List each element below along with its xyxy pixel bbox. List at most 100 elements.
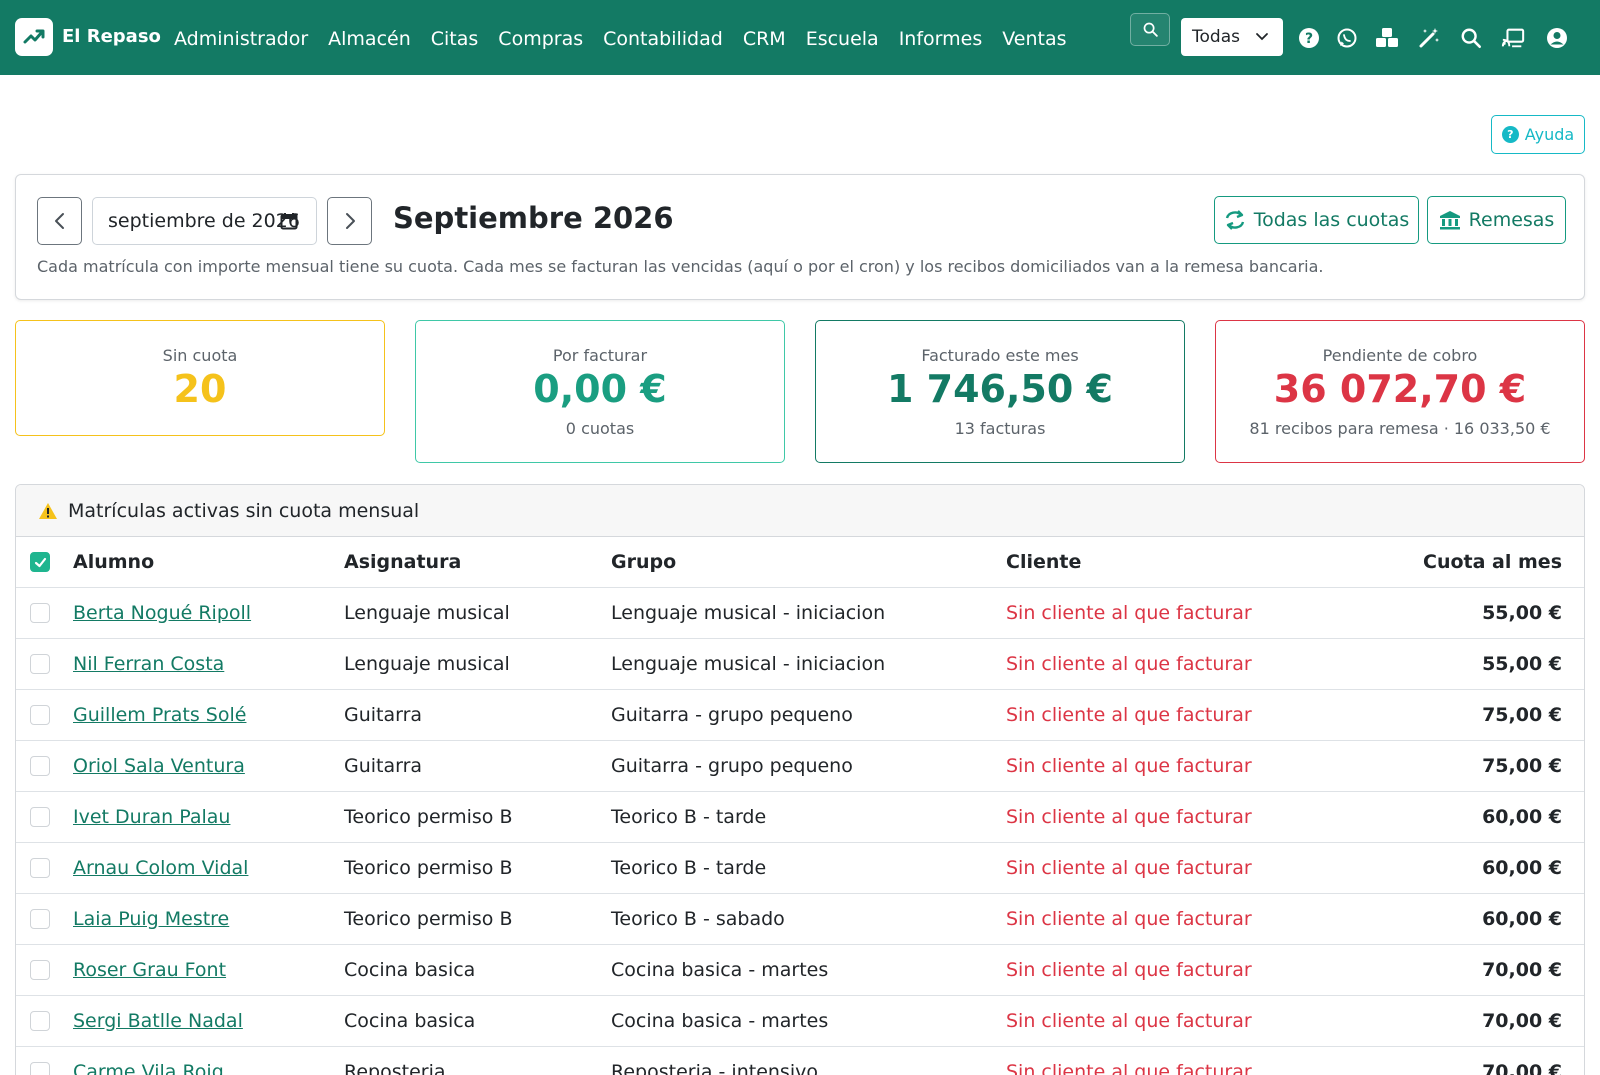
- table-row: Berta Nogué Ripoll Lenguaje musical Lengua…: [16, 588, 1584, 639]
- stat-subtext: 0 cuotas: [565, 418, 635, 438]
- group-cell: Guitarra - grupo pequeno: [611, 704, 853, 726]
- column-header-monthly-fee[interactable]: Cuota al mes: [1423, 551, 1562, 573]
- cast-icon[interactable]: [1501, 26, 1525, 50]
- monthly-fee-cell: 60,00 €: [1482, 806, 1562, 828]
- student-link[interactable]: Laia Puig Mestre: [73, 908, 229, 930]
- nav-item-crm[interactable]: CRM: [743, 28, 786, 50]
- nav-item-contabilidad[interactable]: Contabilidad: [603, 28, 723, 50]
- row-checkbox[interactable]: [30, 858, 50, 878]
- nav-item-escuela[interactable]: Escuela: [806, 28, 879, 50]
- subject-cell: Lenguaje musical: [344, 653, 510, 675]
- select-all-checkbox[interactable]: [30, 552, 50, 572]
- group-cell: Lenguaje musical - iniciacion: [611, 602, 886, 624]
- subject-cell: Cocina basica: [344, 1010, 476, 1032]
- subject-cell: Lenguaje musical: [344, 602, 510, 624]
- whatsapp-icon[interactable]: [1335, 26, 1359, 50]
- client-cell: Sin cliente al que facturar: [1006, 857, 1252, 879]
- client-cell: Sin cliente al que facturar: [1006, 602, 1252, 624]
- row-checkbox[interactable]: [30, 756, 50, 776]
- nav-item-almacen[interactable]: Almacén: [328, 28, 411, 50]
- row-checkbox[interactable]: [30, 960, 50, 980]
- warning-icon: [39, 502, 57, 519]
- stat-subtext: 81 recibos para remesa · 16 033,50 €: [1249, 418, 1551, 438]
- monthly-fee-cell: 60,00 €: [1482, 908, 1562, 930]
- student-link[interactable]: Berta Nogué Ripoll: [73, 602, 251, 624]
- student-link[interactable]: Guillem Prats Solé: [73, 704, 246, 726]
- table-row: Roser Grau Font Cocina basica Cocina basic…: [16, 945, 1584, 996]
- nav-item-informes[interactable]: Informes: [899, 28, 983, 50]
- row-checkbox[interactable]: [30, 909, 50, 929]
- group-cell: Guitarra - grupo pequeno: [611, 755, 853, 777]
- brand-name[interactable]: El Repaso: [62, 26, 161, 47]
- month-selector-card: septiembre de 2026 Septiembre 2026 Todas…: [15, 174, 1585, 300]
- group-cell: Teorico B - tarde: [611, 806, 767, 828]
- month-date-input[interactable]: septiembre de 2026: [92, 197, 317, 245]
- student-link[interactable]: Carme Vila Roig: [73, 1061, 224, 1075]
- stat-label: Sin cuota: [162, 346, 238, 365]
- student-link[interactable]: Arnau Colom Vidal: [73, 857, 248, 879]
- nav-item-administrador[interactable]: Administrador: [174, 28, 308, 50]
- company-select[interactable]: Todas: [1181, 18, 1283, 56]
- table-row: Ivet Duran Palau Teorico permiso B Teorico…: [16, 792, 1584, 843]
- month-description: Cada matrícula con importe mensual tiene…: [37, 257, 1324, 276]
- next-month-button[interactable]: [327, 197, 372, 245]
- monthly-fee-cell: 70,00 €: [1482, 1010, 1562, 1032]
- column-header-student[interactable]: Alumno: [73, 551, 154, 573]
- row-checkbox[interactable]: [30, 1011, 50, 1031]
- nav-item-compras[interactable]: Compras: [498, 28, 583, 50]
- user-icon[interactable]: [1545, 26, 1569, 50]
- group-cell: Teorico B - tarde: [611, 857, 767, 879]
- monthly-fee-cell: 55,00 €: [1482, 602, 1562, 624]
- row-checkbox[interactable]: [30, 705, 50, 725]
- brand-logo[interactable]: [15, 18, 53, 56]
- client-cell: Sin cliente al que facturar: [1006, 959, 1252, 981]
- student-link[interactable]: Sergi Batlle Nadal: [73, 1010, 243, 1032]
- check-icon: [34, 557, 46, 567]
- client-cell: Sin cliente al que facturar: [1006, 908, 1252, 930]
- row-checkbox[interactable]: [30, 603, 50, 623]
- table-row: Guillem Prats Solé Guitarra Guitarra - gru…: [16, 690, 1584, 741]
- student-link[interactable]: Ivet Duran Palau: [73, 806, 230, 828]
- main-menu: Administrador Almacén Citas Compras Cont…: [174, 28, 1087, 50]
- stat-value: 36 072,70 €: [1273, 367, 1527, 411]
- chevron-down-icon: [1256, 33, 1268, 41]
- all-fees-button[interactable]: Todas las cuotas: [1214, 196, 1419, 244]
- trend-up-icon: [23, 29, 45, 44]
- student-link[interactable]: Nil Ferran Costa: [73, 653, 224, 675]
- calendar-icon[interactable]: [280, 212, 298, 230]
- client-cell: Sin cliente al que facturar: [1006, 1010, 1252, 1032]
- stat-value: 20: [173, 367, 227, 411]
- column-header-subject[interactable]: Asignatura: [344, 551, 461, 573]
- table-row: Sergi Batlle Nadal Cocina basica Cocina ba…: [16, 996, 1584, 1047]
- client-cell: Sin cliente al que facturar: [1006, 704, 1252, 726]
- table-row: Nil Ferran Costa Lenguaje musical Lenguaje…: [16, 639, 1584, 690]
- row-checkbox[interactable]: [30, 654, 50, 674]
- help-icon[interactable]: ?: [1297, 26, 1321, 50]
- month-date-value: septiembre de 2026: [108, 210, 300, 232]
- row-checkbox[interactable]: [30, 807, 50, 827]
- all-fees-button-label: Todas las cuotas: [1253, 209, 1410, 231]
- help-button[interactable]: ? Ayuda: [1491, 115, 1585, 154]
- monthly-fee-cell: 70,00 €: [1482, 959, 1562, 981]
- client-cell: Sin cliente al que facturar: [1006, 653, 1252, 675]
- column-header-group[interactable]: Grupo: [611, 551, 676, 573]
- chevron-left-icon: [54, 213, 64, 229]
- nav-item-citas[interactable]: Citas: [431, 28, 479, 50]
- svg-text:?: ?: [1305, 31, 1313, 47]
- column-header-client[interactable]: Cliente: [1006, 551, 1081, 573]
- search-icon[interactable]: [1459, 26, 1483, 50]
- student-link[interactable]: Roser Grau Font: [73, 959, 226, 981]
- modules-icon[interactable]: [1375, 26, 1399, 50]
- nav-search-button[interactable]: [1130, 13, 1170, 46]
- remittances-button[interactable]: Remesas: [1427, 196, 1566, 244]
- previous-month-button[interactable]: [37, 197, 82, 245]
- stat-label: Pendiente de cobro: [1322, 346, 1478, 365]
- student-link[interactable]: Oriol Sala Ventura: [73, 755, 245, 777]
- magic-wand-icon[interactable]: [1417, 26, 1441, 50]
- stat-card-invoiced: Facturado este mes 1 746,50 € 13 factura…: [815, 320, 1185, 463]
- company-select-value: Todas: [1192, 27, 1240, 47]
- table-row: Carme Vila Roig Reposteria Reposteria - in…: [16, 1047, 1584, 1075]
- nav-item-ventas[interactable]: Ventas: [1002, 28, 1066, 50]
- card-title: Matrículas activas sin cuota mensual: [68, 499, 420, 522]
- row-checkbox[interactable]: [30, 1062, 50, 1075]
